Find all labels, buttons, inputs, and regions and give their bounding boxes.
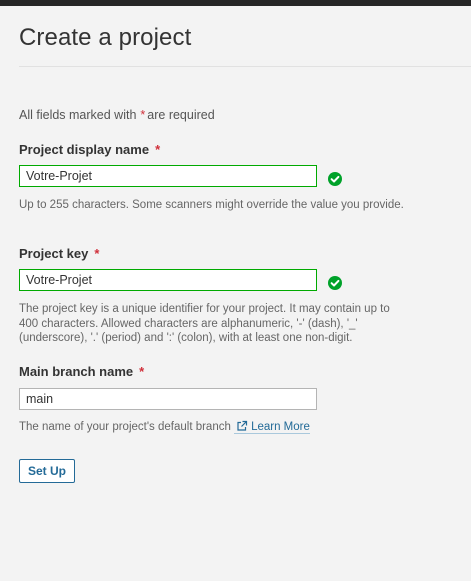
required-star: * xyxy=(140,108,146,122)
main-branch-help-text: The name of your project's default branc… xyxy=(19,421,231,433)
display-name-label-text: Project display name xyxy=(19,142,150,157)
project-key-help: The project key is a unique identifier f… xyxy=(19,303,390,344)
main-branch-label-text: Main branch name xyxy=(19,364,134,379)
title-divider xyxy=(19,66,471,67)
required-note-text-end: are required xyxy=(147,108,215,122)
required-star: * xyxy=(155,142,161,157)
required-star: * xyxy=(139,364,145,379)
main-branch-label: Main branch name * xyxy=(19,364,146,379)
check-circle-icon xyxy=(328,172,342,186)
main-branch-help: The name of your project's default branc… xyxy=(19,420,411,435)
main-branch-input[interactable]: main xyxy=(19,388,317,410)
display-name-input[interactable]: Votre-Projet xyxy=(19,165,317,187)
external-link-icon xyxy=(237,420,248,431)
learn-more-link[interactable]: Learn More xyxy=(234,420,310,434)
required-fields-note: All fields marked with * are required xyxy=(19,108,215,122)
set-up-button[interactable]: Set Up xyxy=(19,459,75,483)
display-name-help: Up to 255 characters. Some scanners migh… xyxy=(19,199,404,211)
page-title: Create a project xyxy=(19,24,192,51)
project-key-label: Project key * xyxy=(19,246,101,261)
display-name-label: Project display name * xyxy=(19,142,162,157)
project-key-input[interactable]: Votre-Projet xyxy=(19,269,317,291)
required-note-text: All fields marked with xyxy=(19,108,137,122)
required-star: * xyxy=(94,246,100,261)
learn-more-link-text: Learn More xyxy=(251,421,310,433)
project-key-label-text: Project key xyxy=(19,246,89,261)
create-project-page: Create a project All fields marked with *… xyxy=(0,6,471,581)
check-circle-icon xyxy=(328,276,342,290)
